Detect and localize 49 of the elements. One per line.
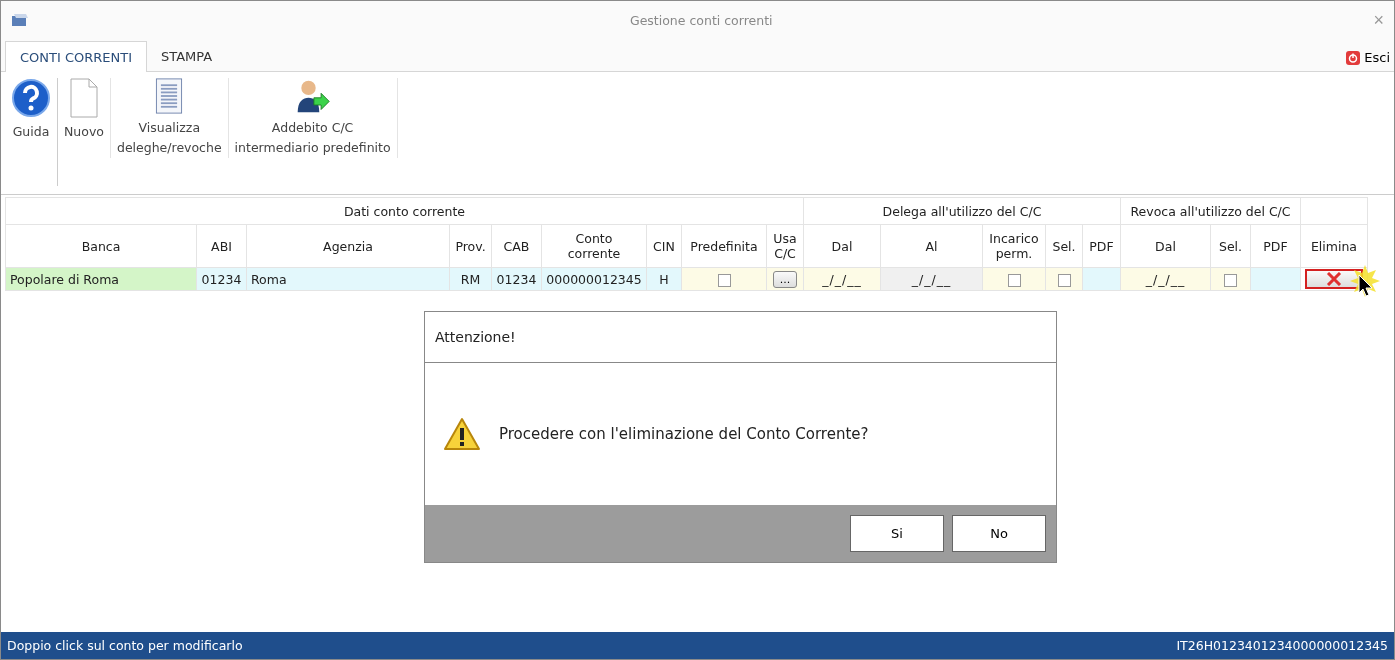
ribbon-button[interactable]: Guida xyxy=(5,78,58,186)
table-cell: Popolare di Roma xyxy=(5,267,197,291)
column-header: Sel. xyxy=(1045,224,1083,268)
column-header: Banca xyxy=(5,224,197,268)
window-title: Gestione conti correnti xyxy=(629,12,773,28)
blank-page-icon xyxy=(69,78,99,118)
browse-button[interactable]: ... xyxy=(772,270,798,288)
dialog-title: Attenzione! xyxy=(425,312,1056,363)
column-header: Sel. xyxy=(1210,224,1251,268)
tab[interactable]: CONTI CORRENTI xyxy=(5,41,148,72)
group-header: Revoca all'utilizzo del C/C xyxy=(1120,197,1301,225)
column-header: Predefinita xyxy=(681,224,767,268)
column-header: Conto corrente xyxy=(541,224,647,268)
column-header: CAB xyxy=(491,224,542,268)
column-header: Elimina xyxy=(1300,224,1368,268)
group-header: Delega all'utilizzo del C/C xyxy=(803,197,1121,225)
column-header: ABI xyxy=(196,224,247,268)
dialog-button[interactable]: Si xyxy=(850,515,944,552)
column-header: Prov. xyxy=(449,224,492,268)
ribbon-button[interactable]: Visualizza deleghe/revoche xyxy=(110,78,229,158)
tab[interactable]: STAMPA xyxy=(147,41,227,71)
table-cell: Roma xyxy=(246,267,450,291)
exit-button[interactable]: Esci xyxy=(1346,50,1394,71)
app-icon xyxy=(11,13,29,27)
column-header: Agenzia xyxy=(246,224,450,268)
help-icon xyxy=(11,78,51,118)
ribbon-button[interactable]: Nuovo xyxy=(58,78,111,158)
group-header: Dati conto corrente xyxy=(5,197,804,225)
column-header: PDF xyxy=(1082,224,1121,268)
checkbox[interactable] xyxy=(1224,273,1237,287)
checkbox[interactable] xyxy=(1007,273,1021,287)
column-header: CIN xyxy=(646,224,682,268)
column-header: Dal xyxy=(803,224,881,268)
dialog-message: Procedere con l'eliminazione del Conto Corrente? xyxy=(499,425,869,443)
column-header: Dal xyxy=(1120,224,1211,268)
delete-button[interactable] xyxy=(1305,269,1363,289)
close-icon xyxy=(1326,272,1342,286)
iban-text: IT26H0123401234000000012345 xyxy=(1176,638,1388,653)
checkbox[interactable] xyxy=(1057,273,1071,287)
column-header: Al xyxy=(880,224,983,268)
warning-icon xyxy=(443,417,481,451)
ribbon-button[interactable]: Addebito C/C intermediario predefinito xyxy=(228,78,398,158)
column-header: Incarico perm. xyxy=(982,224,1046,268)
dialog-button[interactable]: No xyxy=(952,515,1046,552)
column-header: Usa C/C xyxy=(766,224,804,268)
column-header: PDF xyxy=(1250,224,1301,268)
power-icon xyxy=(1346,50,1361,65)
status-hint: Doppio click sul conto per modificarlo xyxy=(7,638,243,653)
checkbox[interactable] xyxy=(717,273,731,287)
